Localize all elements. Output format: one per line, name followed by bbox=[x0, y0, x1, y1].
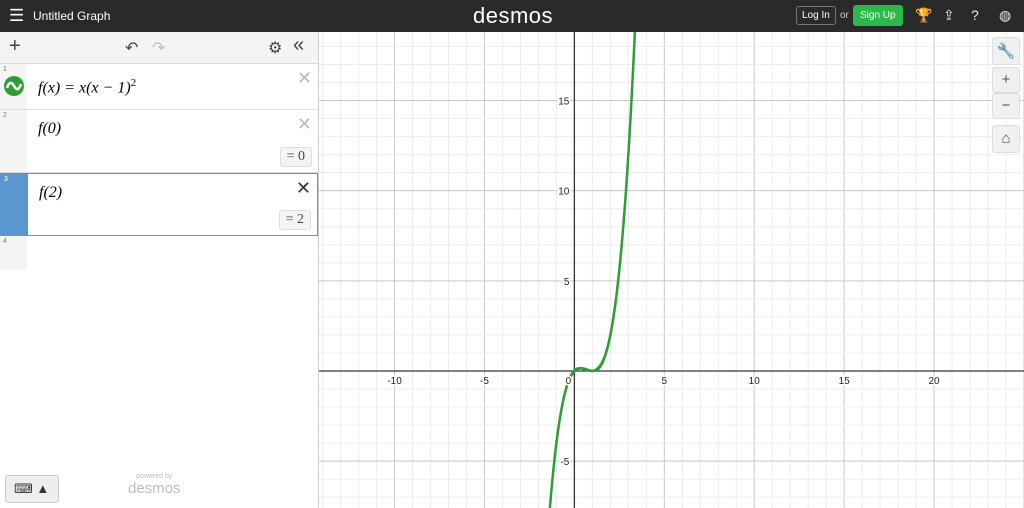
expression-math[interactable]: f(x) = x(x − 1)2 bbox=[38, 77, 136, 97]
delete-expression-icon[interactable]: ✕ bbox=[297, 114, 312, 135]
row-index: 2 bbox=[3, 112, 7, 119]
redo-button[interactable]: ↷ bbox=[152, 38, 165, 58]
expression-row-3[interactable]: 3 f(2) ✕ = 2 bbox=[0, 173, 318, 236]
row-index: 3 bbox=[4, 176, 8, 183]
evaluation-result: = 0 bbox=[279, 147, 312, 167]
expression-panel: + ↶ ↷ ⚙ « 1 f(x) = x(x − 1)2 ✕ 2 f(0) ✕ … bbox=[0, 32, 319, 508]
keyboard-toggle-button[interactable]: ⌨ ▲ bbox=[5, 475, 59, 503]
x-tick-label: 10 bbox=[749, 376, 761, 387]
home-button[interactable]: ⌂ bbox=[992, 125, 1020, 153]
globe-icon[interactable]: ◍ bbox=[999, 7, 1011, 24]
y-tick-label: 5 bbox=[564, 277, 570, 288]
y-tick-label: 10 bbox=[558, 187, 570, 198]
expression-row-2[interactable]: 2 f(0) ✕ = 0 bbox=[0, 110, 318, 173]
zoom-in-button[interactable]: + bbox=[992, 67, 1020, 93]
x-tick-label: 15 bbox=[839, 376, 851, 387]
graph-title[interactable]: Untitled Graph bbox=[33, 9, 110, 23]
settings-gear-icon[interactable]: ⚙ bbox=[268, 38, 282, 58]
x-tick-label: 20 bbox=[929, 376, 941, 387]
add-expression-button[interactable]: + bbox=[9, 35, 21, 58]
row-index: 1 bbox=[3, 66, 7, 73]
x-tick-label: 0 bbox=[566, 376, 572, 387]
evaluation-result: = 2 bbox=[278, 210, 311, 230]
expression-math[interactable]: f(2) bbox=[39, 184, 62, 202]
expression-math[interactable]: f(0) bbox=[38, 120, 61, 138]
delete-expression-icon[interactable]: ✕ bbox=[297, 68, 312, 89]
help-icon[interactable]: ? bbox=[971, 7, 979, 23]
share-icon[interactable]: ⇪ bbox=[943, 7, 955, 24]
hamburger-icon[interactable]: ☰ bbox=[9, 7, 24, 24]
signup-button[interactable]: Sign Up bbox=[853, 5, 903, 26]
expression-row-4[interactable]: 4 bbox=[0, 236, 318, 270]
x-tick-label: 5 bbox=[662, 376, 668, 387]
expression-toolbar: + ↶ ↷ ⚙ « bbox=[0, 32, 318, 64]
wrench-settings-button[interactable]: 🔧 bbox=[992, 37, 1020, 65]
row-index: 4 bbox=[3, 238, 7, 245]
delete-expression-icon[interactable]: ✕ bbox=[296, 178, 311, 199]
expression-row-1[interactable]: 1 f(x) = x(x − 1)2 ✕ bbox=[0, 64, 318, 110]
y-tick-label: 15 bbox=[558, 97, 570, 108]
login-button[interactable]: Log In bbox=[796, 6, 836, 25]
x-tick-label: -10 bbox=[387, 376, 402, 387]
graph-canvas[interactable]: -10 -5 0 5 10 15 20 -5 5 10 15 bbox=[319, 32, 1024, 508]
top-bar: ☰ Untitled Graph desmos Log In or Sign U… bbox=[0, 0, 1024, 32]
y-tick-label: -5 bbox=[560, 457, 569, 468]
zoom-out-button[interactable]: − bbox=[992, 93, 1020, 119]
graph-color-icon[interactable] bbox=[3, 75, 25, 97]
or-text: or bbox=[840, 10, 849, 21]
desmos-logo: desmos bbox=[473, 3, 554, 28]
collapse-panel-button[interactable]: « bbox=[293, 34, 304, 57]
x-tick-label: -5 bbox=[480, 376, 489, 387]
undo-button[interactable]: ↶ bbox=[125, 38, 138, 58]
trophy-icon[interactable]: 🏆 bbox=[915, 7, 932, 24]
powered-by-desmos: powered by desmos bbox=[128, 473, 181, 497]
